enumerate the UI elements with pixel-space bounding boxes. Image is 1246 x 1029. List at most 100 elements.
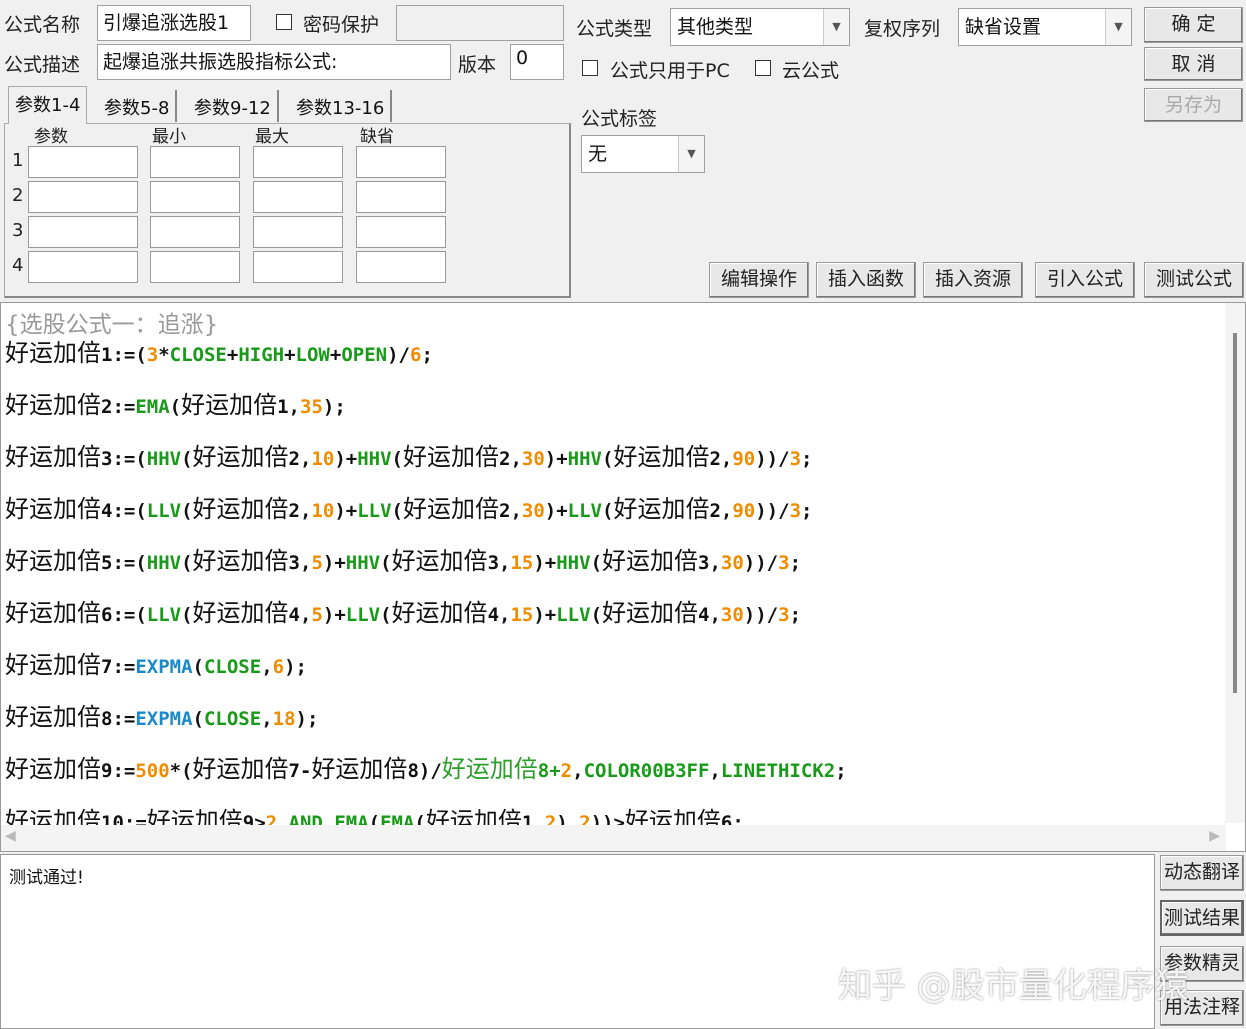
- password-label: 密码保护: [303, 14, 380, 36]
- param-cell-name[interactable]: [28, 181, 138, 213]
- formula-tag-select[interactable]: 无 ▼: [581, 135, 705, 173]
- edit-ops-button[interactable]: 编辑操作: [709, 262, 809, 298]
- vertical-scrollbar[interactable]: [1225, 303, 1245, 823]
- code-token: +: [329, 344, 342, 366]
- param-cell-min[interactable]: [150, 181, 240, 213]
- test-formula-button[interactable]: 测试公式: [1144, 262, 1244, 298]
- param-cell-max[interactable]: [253, 216, 343, 248]
- code-token: (: [169, 396, 182, 418]
- import-formula-button[interactable]: 引入公式: [1035, 262, 1135, 298]
- code-token: 2,: [288, 448, 312, 470]
- code-token: ))/: [755, 448, 790, 470]
- insert-function-button[interactable]: 插入函数: [816, 262, 916, 298]
- code-token: ))/: [743, 604, 779, 626]
- rights-select[interactable]: 缺省设置 ▼: [958, 8, 1132, 46]
- param-cell-max[interactable]: [253, 251, 343, 283]
- param-cell-name[interactable]: [28, 146, 138, 178]
- code-token: 8:=: [101, 708, 136, 730]
- param-cell-name[interactable]: [28, 216, 138, 248]
- cloud-label: 云公式: [782, 60, 840, 82]
- code-token: COLOR00B3FF: [583, 760, 710, 782]
- pc-only-checkbox[interactable]: [582, 60, 598, 76]
- version-input[interactable]: 0: [510, 44, 564, 80]
- code-token: 10: [311, 500, 335, 522]
- password-checkbox[interactable]: [276, 14, 292, 30]
- horizontal-scrollbar[interactable]: ◀ ▶: [1, 825, 1226, 851]
- code-token: +: [284, 344, 296, 366]
- formula-tag-label: 公式标签: [581, 108, 658, 130]
- code-token: 3,: [288, 552, 312, 574]
- param-header-max: 最大: [255, 127, 289, 147]
- code-token: 4,: [487, 604, 511, 626]
- test-result-button[interactable]: 测试结果: [1160, 900, 1244, 936]
- code-token: )/: [387, 344, 410, 366]
- cancel-button[interactable]: 取 消: [1144, 47, 1243, 81]
- code-token: ,: [261, 708, 273, 730]
- param-row-number: 4: [12, 255, 24, 276]
- param-cell-max[interactable]: [253, 146, 343, 178]
- chevron-down-icon: ▼: [1105, 9, 1131, 45]
- code-token: 5: [311, 552, 323, 574]
- code-token: 好运加倍: [391, 599, 488, 627]
- code-token: EMA: [135, 396, 170, 418]
- code-line: 好运加倍8:=EXPMA(CLOSE,18);: [5, 697, 318, 732]
- code-token: 3:=(: [101, 448, 147, 470]
- code-line: 好运加倍9:=500*(好运加倍7-好运加倍8)/好运加倍8+2,COLOR00…: [5, 749, 847, 784]
- param-cell-default[interactable]: [356, 216, 446, 248]
- save-as-button[interactable]: 另存为: [1144, 88, 1243, 122]
- param-cell-default[interactable]: [356, 146, 446, 178]
- cloud-checkbox[interactable]: [755, 60, 771, 76]
- param-cell-default[interactable]: [356, 181, 446, 213]
- code-token: 好运加倍: [192, 755, 289, 783]
- tab-params-13-16[interactable]: 参数13-16: [290, 90, 393, 122]
- code-token: 4,: [288, 604, 312, 626]
- code-token: 1:=(: [101, 344, 147, 366]
- dynamic-translate-button[interactable]: 动态翻译: [1160, 855, 1244, 891]
- code-token: (: [391, 448, 403, 470]
- tab-params-9-12[interactable]: 参数9-12: [188, 90, 279, 122]
- code-token: LOW: [295, 344, 330, 366]
- code-token: ;: [789, 604, 802, 626]
- scroll-right-icon[interactable]: ▶: [1209, 828, 1220, 844]
- formula-name-input[interactable]: 引爆追涨选股1: [97, 5, 251, 41]
- formula-desc-label: 公式描述: [4, 54, 81, 76]
- code-token: 30: [521, 448, 545, 470]
- code-token: (: [181, 552, 193, 574]
- param-cell-min[interactable]: [150, 251, 240, 283]
- code-token: 90: [732, 448, 756, 470]
- tab-params-1-4[interactable]: 参数1-4: [8, 86, 88, 124]
- code-token: 好运加倍: [192, 495, 289, 523]
- code-token: 1,: [277, 396, 300, 418]
- param-header-min: 最小: [152, 127, 186, 147]
- code-token: ,: [572, 760, 584, 782]
- code-token: 2,: [288, 500, 312, 522]
- ok-button[interactable]: 确 定: [1144, 7, 1243, 43]
- param-cell-default[interactable]: [356, 251, 446, 283]
- formula-type-select[interactable]: 其他类型 ▼: [670, 8, 850, 46]
- param-cell-max[interactable]: [253, 181, 343, 213]
- code-token: (: [380, 604, 392, 626]
- code-token: (: [590, 552, 603, 574]
- param-cell-name[interactable]: [28, 251, 138, 283]
- param-cell-min[interactable]: [150, 146, 240, 178]
- code-token: 3,: [698, 552, 721, 574]
- formula-desc-input[interactable]: 起爆追涨共振选股指标公式:: [97, 44, 451, 80]
- tab-params-5-8[interactable]: 参数5-8: [98, 90, 178, 122]
- code-token: 好运加倍: [403, 443, 499, 471]
- code-line: 好运加倍5:=(HHV(好运加倍3,5)+HHV(好运加倍3,15)+HHV(好…: [5, 541, 801, 576]
- param-header-name: 参数: [34, 127, 68, 147]
- code-editor[interactable]: {选股公式一：追涨} 好运加倍1:=(3*CLOSE+HIGH+LOW+OPEN)…: [0, 302, 1246, 852]
- code-token: 3: [789, 448, 802, 470]
- code-token: 好运加倍: [613, 443, 710, 471]
- param-cell-min[interactable]: [150, 216, 240, 248]
- code-token: 好运加倍: [5, 755, 101, 783]
- code-token: 好运加倍: [391, 547, 488, 575]
- code-token: *: [158, 344, 170, 366]
- code-token: 6:=(: [101, 604, 147, 626]
- insert-resource-button[interactable]: 插入资源: [923, 262, 1023, 298]
- code-token: LINETHICK2: [720, 760, 836, 782]
- scroll-left-icon[interactable]: ◀: [5, 828, 16, 844]
- code-line: 好运加倍7:=EXPMA(CLOSE,6);: [5, 645, 307, 680]
- code-token: )+: [533, 604, 557, 626]
- code-token: ;: [789, 552, 802, 574]
